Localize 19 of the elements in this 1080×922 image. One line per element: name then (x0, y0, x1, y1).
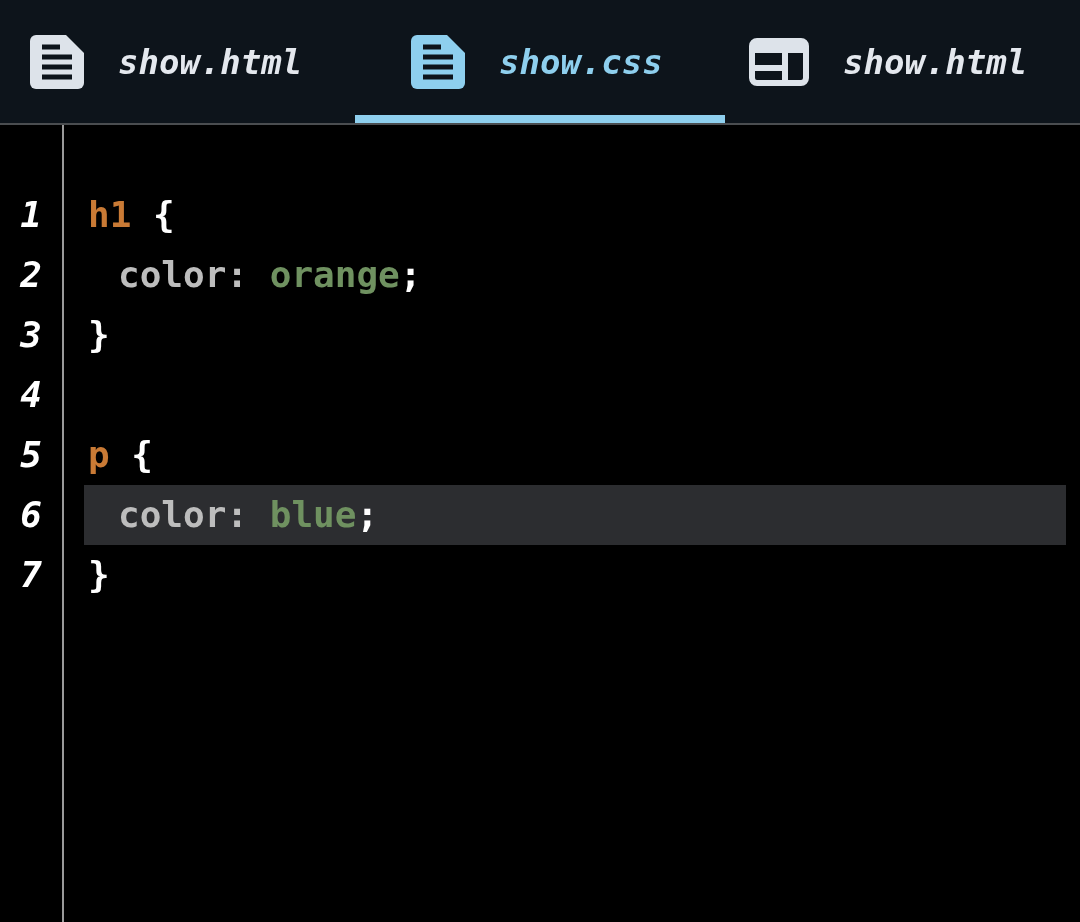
code-line: color: orange; (117, 253, 422, 297)
code-line: p { (87, 433, 154, 477)
line-number: 3 (20, 315, 42, 355)
line-number: 4 (20, 375, 42, 415)
code-line: color: blue; (117, 493, 379, 537)
document-icon (411, 34, 465, 89)
file-tab[interactable]: show.html (0, 0, 355, 123)
line-number: 7 (20, 555, 42, 595)
line-number: 2 (20, 255, 42, 295)
line-number: 6 (20, 495, 42, 535)
file-tab[interactable]: show.html (725, 0, 1080, 123)
code-line: } (87, 553, 110, 597)
layout-icon (749, 37, 809, 86)
document-icon (30, 34, 84, 89)
line-number: 1 (20, 195, 42, 235)
code-line: } (87, 313, 110, 357)
line-number: 5 (20, 435, 42, 475)
code-line: h1 { (87, 193, 175, 237)
file-tab[interactable]: show.css (355, 0, 725, 123)
